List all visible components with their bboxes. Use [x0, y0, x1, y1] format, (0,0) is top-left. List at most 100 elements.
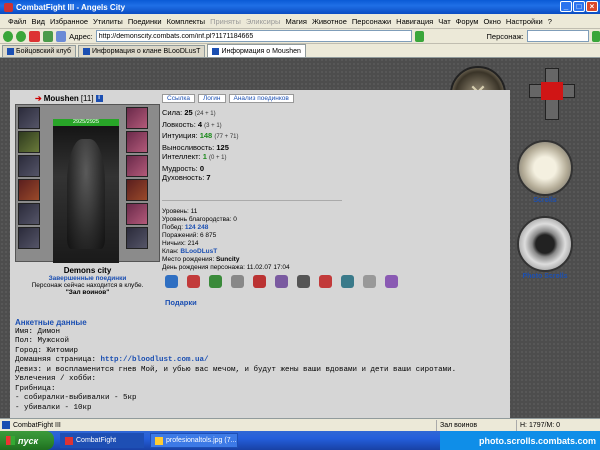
character-info-panel: ➔ Moushen [11] i 2925/2925 Demons city З…: [10, 90, 510, 418]
medal-icon[interactable]: [209, 275, 222, 288]
status-text: CombatFight III: [13, 421, 61, 429]
menu-favorites[interactable]: Избранное: [50, 17, 88, 26]
menu-chat[interactable]: Чат: [438, 17, 450, 26]
photo-scrolls-widget[interactable]: Photo Scrolls: [515, 216, 575, 280]
red-cross-decoration: [525, 64, 577, 124]
equip-slot-bracers[interactable]: [126, 131, 148, 153]
tab-page-icon: [7, 48, 14, 55]
maximize-button[interactable]: □: [573, 1, 585, 12]
scrolls-link[interactable]: Scrolls: [515, 197, 575, 204]
tab-page-icon: [212, 47, 220, 55]
tab-fight-club[interactable]: Бойцовский клуб: [2, 45, 77, 57]
medal-icon[interactable]: [253, 275, 266, 288]
equip-slot-earring[interactable]: [18, 131, 40, 153]
equip-slot-ring[interactable]: [126, 155, 148, 177]
menu-utilities[interactable]: Утилиты: [93, 17, 123, 26]
profile-section: Анкетные данные Имя: Димон Пол: Мужской …: [15, 318, 505, 413]
character-avatar: [67, 139, 105, 249]
scroll-quill-icon: [517, 140, 573, 196]
character-details: Уровень: 11 Уровень благородства: 0 Побе…: [162, 208, 382, 272]
taskbar-item-image[interactable]: profesionaltols.jpg (7...: [150, 433, 238, 448]
equip-slot-amulet[interactable]: [18, 155, 40, 177]
equip-slot-boots[interactable]: [126, 227, 148, 249]
finished-fights-link[interactable]: Завершенные поединки: [15, 275, 160, 282]
forward-icon[interactable]: [16, 30, 27, 42]
profile-sex: Пол: Мужской: [15, 337, 70, 345]
tab-label: Бойцовский клуб: [16, 48, 72, 55]
home-icon[interactable]: [55, 30, 67, 42]
equip-slot-armor[interactable]: [18, 203, 40, 225]
status-memory: H: 1797/M: 0: [516, 420, 560, 431]
equip-slot-weapon[interactable]: [18, 179, 40, 201]
medal-icon[interactable]: [297, 275, 310, 288]
stop-icon[interactable]: [29, 30, 40, 42]
city-name: Demons city: [63, 266, 112, 275]
tab-label: Информация о клане BLooDLusT: [92, 48, 201, 55]
menu-elixirs: Эликсиры: [245, 16, 281, 26]
losses-text: Поражений: 6 875: [162, 232, 217, 239]
refresh-icon[interactable]: [42, 30, 53, 42]
profile-line: Грибница:: [15, 384, 56, 393]
profile-name: Имя: Димон: [15, 327, 61, 336]
medal-icon[interactable]: [165, 275, 178, 288]
watermark-text: photo.scrolls.combats.com: [478, 435, 596, 446]
gifts-link[interactable]: Подарки: [165, 298, 197, 307]
fight-analysis-button[interactable]: Анализ поединков: [228, 94, 294, 103]
menu-help[interactable]: ?: [548, 17, 552, 26]
medal-icon[interactable]: [341, 275, 354, 288]
menu-pet[interactable]: Животное: [312, 17, 347, 26]
profile-line: - убивалки - 10кр: [15, 403, 92, 412]
medal-icon[interactable]: [385, 275, 398, 288]
menu-fights[interactable]: Поединки: [128, 17, 162, 26]
medal-icon[interactable]: [275, 275, 288, 288]
medal-icon[interactable]: [319, 275, 332, 288]
minimize-button[interactable]: _: [560, 1, 572, 12]
location-text: Персонаж сейчас находится в клубе.: [31, 282, 144, 289]
close-button[interactable]: ×: [586, 1, 598, 12]
tab-char-info[interactable]: Информация о Moushen: [207, 44, 306, 57]
info-icon[interactable]: i: [95, 95, 103, 102]
start-label: пуск: [18, 435, 39, 446]
nobility-text: Уровень благородства: 0: [162, 216, 237, 223]
go-button[interactable]: [415, 30, 424, 42]
menu-forum[interactable]: Форум: [456, 17, 479, 26]
medal-icon[interactable]: [231, 275, 244, 288]
equip-slot-belt[interactable]: [18, 227, 40, 249]
clan-link[interactable]: BLooDLusT: [180, 248, 217, 255]
address-input[interactable]: [95, 30, 413, 42]
tab-clan-info[interactable]: Информация о клане BLooDLusT: [78, 45, 206, 57]
tab-label: Информация о Moushen: [221, 47, 301, 55]
medal-icon[interactable]: [363, 275, 376, 288]
taskbar-item-combatfight[interactable]: CombatFight: [60, 433, 144, 448]
homepage-link[interactable]: http://bloodlust.com.ua/: [101, 356, 209, 364]
scrolls-widget[interactable]: Scrolls: [515, 140, 575, 204]
menu-file[interactable]: Файл: [8, 17, 26, 26]
window-titlebar: CombatFight III - Angels City _ □ ×: [0, 0, 600, 14]
medal-icon[interactable]: [187, 275, 200, 288]
menu-magic[interactable]: Магия: [285, 17, 307, 26]
link-button[interactable]: Ссылка: [162, 94, 196, 103]
stat-row: Мудрость: 0: [162, 163, 204, 173]
character-panel: ➔ Moushen [11] i 2925/2925 Demons city З…: [15, 92, 160, 300]
equip-slot-helmet[interactable]: [18, 107, 40, 129]
person-input[interactable]: [526, 30, 589, 42]
menu-characters[interactable]: Персонажи: [352, 17, 391, 26]
person-go-button[interactable]: [591, 30, 600, 42]
profile-line: - собиралки-выбивалки - 5кр: [15, 394, 137, 402]
room-name: "Зал воинов": [65, 289, 110, 296]
equip-slot-shield[interactable]: [126, 179, 148, 201]
menu-window[interactable]: Окно: [483, 17, 500, 26]
menu-navigation[interactable]: Навигация: [396, 17, 433, 26]
menu-sets[interactable]: Комплекты: [167, 17, 206, 26]
equip-slot-pants[interactable]: [126, 203, 148, 225]
logins-button[interactable]: Логин: [198, 94, 226, 103]
photo-scrolls-link[interactable]: Photo Scrolls: [515, 273, 575, 280]
equip-slot-gloves[interactable]: [126, 107, 148, 129]
menu-view[interactable]: Вид: [31, 17, 45, 26]
back-icon[interactable]: [3, 30, 14, 42]
start-button[interactable]: пуск: [0, 431, 54, 450]
app-icon: [4, 2, 13, 12]
profile-town: Город: Житомир: [15, 346, 79, 355]
profile-heading: Анкетные данные: [15, 318, 87, 327]
menu-settings[interactable]: Настройки: [506, 17, 543, 26]
